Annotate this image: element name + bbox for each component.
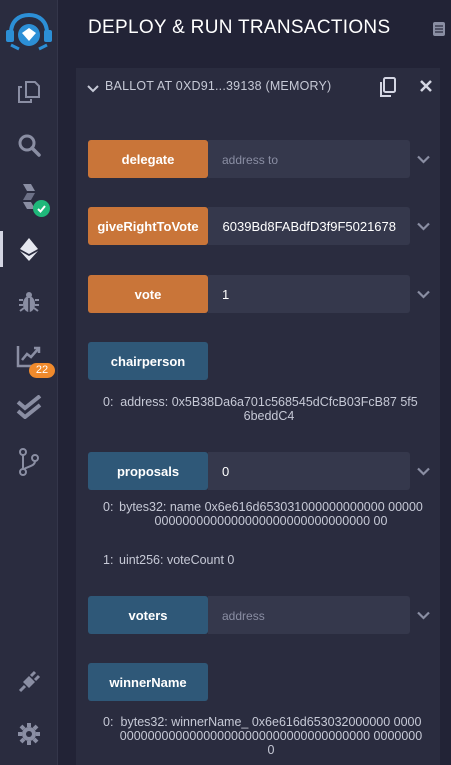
give-right-to-vote-button[interactable]: giveRightToVote: [88, 207, 208, 245]
result-index: 0:: [103, 715, 114, 729]
chevron-down-icon[interactable]: [87, 81, 99, 99]
icon-panel: 22: [0, 0, 58, 765]
delegate-input[interactable]: [208, 140, 410, 178]
winner-name-result: 0: bytes32: winnerName_ 0x6e616d65303200…: [103, 715, 423, 759]
result-value: bytes32: name 0x6e616d653031000000000000…: [119, 500, 423, 528]
remix-logo-icon[interactable]: [0, 12, 57, 52]
proposals-button[interactable]: proposals: [88, 452, 208, 490]
result-index: 1:: [103, 553, 114, 567]
file-explorer-icon[interactable]: [0, 72, 57, 112]
chevron-down-icon[interactable]: [414, 606, 432, 624]
chevron-down-icon[interactable]: [414, 285, 432, 303]
close-icon[interactable]: [420, 79, 432, 97]
result-index: 0:: [103, 500, 114, 514]
voters-input[interactable]: [208, 596, 410, 634]
proposals-result-name: 0: bytes32: name 0x6e616d653031000000000…: [103, 500, 423, 544]
git-icon[interactable]: [0, 442, 57, 482]
panel-title: DEPLOY & RUN TRANSACTIONS: [88, 17, 391, 38]
compile-success-icon: [33, 200, 50, 217]
plugin-manager-icon[interactable]: [0, 662, 57, 702]
verification-icon[interactable]: [0, 387, 57, 427]
chairperson-button[interactable]: chairperson: [88, 342, 208, 380]
give-right-to-vote-input[interactable]: [208, 207, 410, 245]
result-value: uint256: voteCount 0: [119, 553, 235, 567]
proposals-result-votecount: 1: uint256: voteCount 0: [103, 553, 423, 569]
result-value: bytes32: winnerName_ 0x6e616d65303200000…: [119, 715, 423, 757]
chevron-down-icon[interactable]: [414, 217, 432, 235]
vote-button[interactable]: vote: [88, 275, 208, 313]
copy-icon[interactable]: [378, 77, 398, 102]
menu-icon[interactable]: [432, 20, 446, 43]
result-value: address: 0x5B38Da6a701c568545dCfcB03FcB8…: [120, 395, 418, 423]
chairperson-result: 0: address: 0x5B38Da6a701c568545dCfcB03F…: [103, 395, 423, 425]
instance-title: BALLOT AT 0XD91...39138 (MEMORY): [105, 79, 332, 93]
chevron-down-icon[interactable]: [414, 462, 432, 480]
chevron-down-icon[interactable]: [414, 150, 432, 168]
result-index: 0:: [103, 395, 114, 409]
debugger-icon[interactable]: [0, 282, 57, 322]
voters-button[interactable]: voters: [88, 596, 208, 634]
delegate-button[interactable]: delegate: [88, 140, 208, 178]
winner-name-button[interactable]: winnerName: [88, 663, 208, 701]
analysis-badge: 22: [29, 363, 55, 378]
vote-input[interactable]: [208, 275, 410, 313]
instance-header[interactable]: BALLOT AT 0XD91...39138 (MEMORY): [76, 68, 440, 108]
deploy-run-icon[interactable]: [0, 229, 57, 269]
settings-icon[interactable]: [0, 714, 57, 754]
search-icon[interactable]: [0, 125, 57, 165]
proposals-input[interactable]: [208, 452, 410, 490]
